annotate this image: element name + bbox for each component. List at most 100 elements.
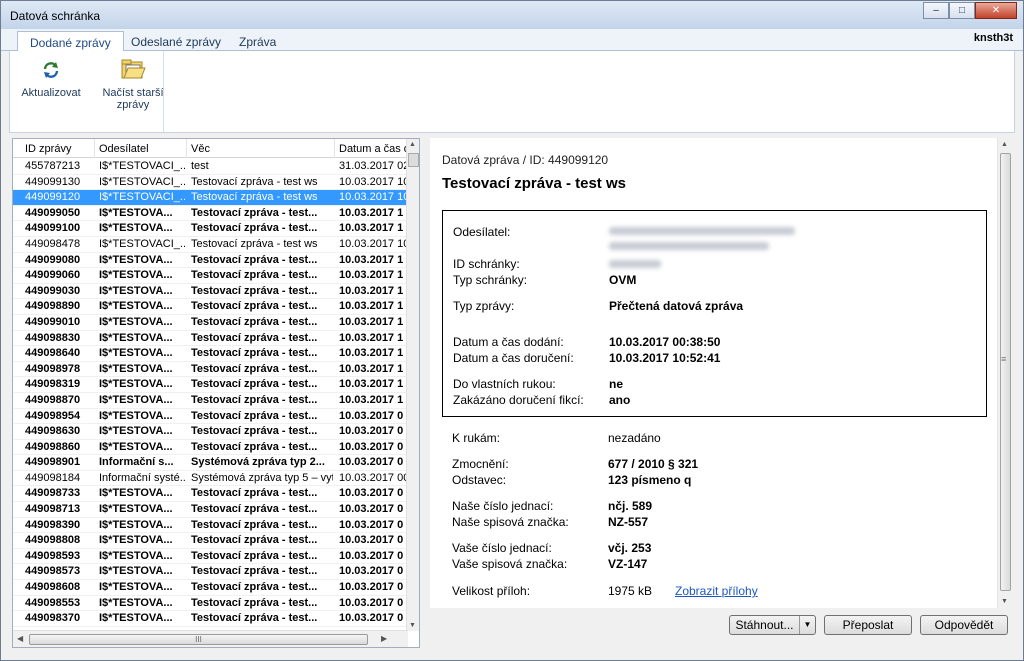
table-row[interactable]: 449098901 Informační s... Systémová zpráva… xyxy=(13,455,408,471)
table-row[interactable]: 449098573 I$*TESTOVA... Testovací zpráva -… xyxy=(13,564,408,581)
table-row[interactable]: 449098630 I$*TESTOVA... Testovací zpráva -… xyxy=(13,424,408,440)
cell-date: 10.03.2017 10:5 xyxy=(339,175,408,188)
detail-subtitle: Datová zpráva / ID: 449099120 xyxy=(442,153,609,167)
scroll-left-icon[interactable]: ◀ xyxy=(17,634,23,643)
close-button[interactable]: ✕ xyxy=(975,2,1017,19)
authority-label: Zmocnění: xyxy=(452,457,509,471)
cell-date: 10.03.2017 0 xyxy=(339,581,404,594)
cell-id: 449098954 xyxy=(25,409,81,422)
to-hands-value: nezadáno xyxy=(608,431,661,445)
attach-size-value: 1975 kB xyxy=(608,584,653,598)
load-older-label-line1: Načíst starší xyxy=(102,87,164,99)
forward-button[interactable]: Přeposlat xyxy=(824,615,912,635)
table-row[interactable]: 449098978 I$*TESTOVA... Testovací zpráva -… xyxy=(13,362,408,378)
table-row[interactable]: 449098553 I$*TESTOVA... Testovací zpráva -… xyxy=(13,596,408,612)
detail-scroll-up-icon[interactable]: ▲ xyxy=(1001,141,1008,148)
table-row[interactable]: 449099080 I$*TESTOVA... Testovací zpráva -… xyxy=(13,253,408,269)
cell-sender: I$*TESTOVACI_... xyxy=(99,237,185,250)
cell-subject: Testovací zpráva - test... xyxy=(191,565,318,578)
detail-scroll-down-icon[interactable]: ▼ xyxy=(1001,598,1008,605)
cell-sender: Informační systé... xyxy=(99,471,185,484)
table-row[interactable]: 449098890 I$*TESTOVA... Testovací zpráva -… xyxy=(13,299,408,315)
table-row[interactable]: 449098390 I$*TESTOVA... Testovací zpráva -… xyxy=(13,518,408,534)
download-button[interactable]: Stáhnout... ▼ xyxy=(729,615,816,635)
table-row[interactable]: 449098319 I$*TESTOVA... Testovací zpráva -… xyxy=(13,377,408,393)
cell-id: 449098640 xyxy=(25,347,81,360)
cell-sender: I$*TESTOVA... xyxy=(99,206,173,219)
maximize-button[interactable]: □ xyxy=(949,2,975,19)
cell-date: 10.03.2017 0 xyxy=(339,409,404,422)
tab-message[interactable]: Zpráva xyxy=(227,31,288,51)
cell-date: 10.03.2017 0 xyxy=(339,425,404,438)
message-list[interactable]: ID zprávy Odesílatel Věc Datum a čas do … xyxy=(12,138,420,648)
table-row[interactable]: 449099060 I$*TESTOVA... Testovací zpráva -… xyxy=(13,268,408,284)
list-horizontal-scrollbar[interactable]: ◀ III ▶ xyxy=(13,630,408,647)
list-vscroll-thumb[interactable] xyxy=(408,153,419,167)
your-file-value: VZ-147 xyxy=(608,557,648,571)
table-row[interactable]: 449099030 I$*TESTOVA... Testovací zpráva -… xyxy=(13,284,408,300)
cell-id: 449098370 xyxy=(25,612,81,625)
cell-id: 449098573 xyxy=(25,565,81,578)
table-row[interactable]: 449098870 I$*TESTOVA... Testovací zpráva -… xyxy=(13,393,408,409)
show-attachments-link[interactable]: Zobrazit přílohy xyxy=(675,584,758,598)
cell-date: 10.03.2017 0 xyxy=(339,596,404,609)
paragraph-label: Odstavec: xyxy=(452,473,507,487)
load-older-button[interactable]: Načíst starší zprávy xyxy=(100,57,166,111)
refresh-button[interactable]: Aktualizovat xyxy=(20,57,82,99)
column-header-subject[interactable]: Věc xyxy=(187,139,335,158)
cell-date: 10.03.2017 0 xyxy=(339,456,404,469)
cell-sender: I$*TESTOVA... xyxy=(99,284,173,297)
table-row[interactable]: 455787213 I$*TESTOVACI_... test 31.03.2017 … xyxy=(13,159,408,175)
reply-button[interactable]: Odpovědět xyxy=(920,615,1008,635)
table-row[interactable]: 449098593 I$*TESTOVA... Testovací zpráva -… xyxy=(13,549,408,565)
list-vertical-scrollbar[interactable]: ▲ ▼ xyxy=(406,139,419,631)
table-row[interactable]: 449099010 I$*TESTOVA... Testovací zpráva -… xyxy=(13,315,408,331)
delivered-value: 10.03.2017 00:38:50 xyxy=(609,335,721,349)
scroll-up-icon[interactable]: ▲ xyxy=(409,141,416,148)
table-row[interactable]: 449099100 I$*TESTOVA... Testovací zpráva -… xyxy=(13,221,408,237)
cell-id: 449098901 xyxy=(25,456,81,469)
box-id-redacted xyxy=(609,260,661,268)
cell-subject: Testovací zpráva - test... xyxy=(191,487,318,500)
cell-id: 449098478 xyxy=(25,237,81,250)
dropdown-arrow-icon[interactable]: ▼ xyxy=(799,616,815,634)
table-row[interactable]: 449099120 I$*TESTOVACI_... Testovací zpráv… xyxy=(13,190,408,206)
column-header-id[interactable]: ID zprávy xyxy=(21,139,95,158)
detail-vertical-scrollbar[interactable]: ▲ ≡ ▼ xyxy=(997,138,1012,608)
column-header-sender[interactable]: Odesílatel xyxy=(95,139,187,158)
table-row[interactable]: 449098640 I$*TESTOVA... Testovací zpráva -… xyxy=(13,346,408,362)
cell-sender: I$*TESTOVA... xyxy=(99,503,173,516)
cell-date: 10.03.2017 1 xyxy=(339,206,404,219)
cell-subject: Systémová zpráva typ 2... xyxy=(191,456,325,469)
cell-id: 449099010 xyxy=(25,315,81,328)
minimize-button[interactable]: – xyxy=(923,2,949,19)
cell-id: 449098890 xyxy=(25,300,81,313)
table-row[interactable]: 449099050 I$*TESTOVA... Testovací zpráva -… xyxy=(13,206,408,222)
table-row[interactable]: 449098860 I$*TESTOVA... Testovací zpráva -… xyxy=(13,440,408,456)
load-older-label-line2: zprávy xyxy=(116,99,150,111)
table-row[interactable]: 449098808 I$*TESTOVA... Testovací zpráva -… xyxy=(13,533,408,549)
table-row[interactable]: 449098954 I$*TESTOVA... Testovací zpráva -… xyxy=(13,409,408,425)
table-row[interactable]: 449098733 I$*TESTOVA... Testovací zpráva -… xyxy=(13,486,408,503)
column-header-date[interactable]: Datum a čas do xyxy=(335,139,408,158)
tab-sent[interactable]: Odeslané zprávy xyxy=(119,31,233,51)
cell-sender: I$*TESTOVA... xyxy=(99,362,173,375)
accepted-value: 10.03.2017 10:52:41 xyxy=(609,351,721,365)
table-row[interactable]: 449098713 I$*TESTOVA... Testovací zpráva -… xyxy=(13,502,408,518)
table-row[interactable]: 449098830 I$*TESTOVA... Testovací zpráva -… xyxy=(13,331,408,347)
cell-date: 10.03.2017 00: xyxy=(339,471,408,484)
scroll-down-icon[interactable]: ▼ xyxy=(409,622,416,629)
detail-vscroll-thumb[interactable] xyxy=(1000,153,1011,591)
box-type-value: OVM xyxy=(609,273,637,287)
scroll-right-icon[interactable]: ▶ xyxy=(381,634,387,643)
cell-date: 10.03.2017 1 xyxy=(339,347,404,360)
table-row[interactable]: 449099130 I$*TESTOVACI_... Testovací zpráv… xyxy=(13,175,408,191)
table-row[interactable]: 449098370 I$*TESTOVA... Testovací zpráva -… xyxy=(13,611,408,627)
table-row[interactable]: 449098478 I$*TESTOVACI_... Testovací zpráv… xyxy=(13,237,408,253)
table-row[interactable]: 449098608 I$*TESTOVA... Testovací zpráva -… xyxy=(13,580,408,596)
list-hscroll-thumb[interactable]: III xyxy=(29,634,368,645)
cell-date: 10.03.2017 1 xyxy=(339,253,404,266)
table-row[interactable]: 449098184 Informační systé... Systémová zp… xyxy=(13,471,408,487)
title-bar[interactable]: Datová schránka – □ ✕ xyxy=(1,1,1023,29)
tab-delivered[interactable]: Dodané zprávy xyxy=(17,31,124,51)
